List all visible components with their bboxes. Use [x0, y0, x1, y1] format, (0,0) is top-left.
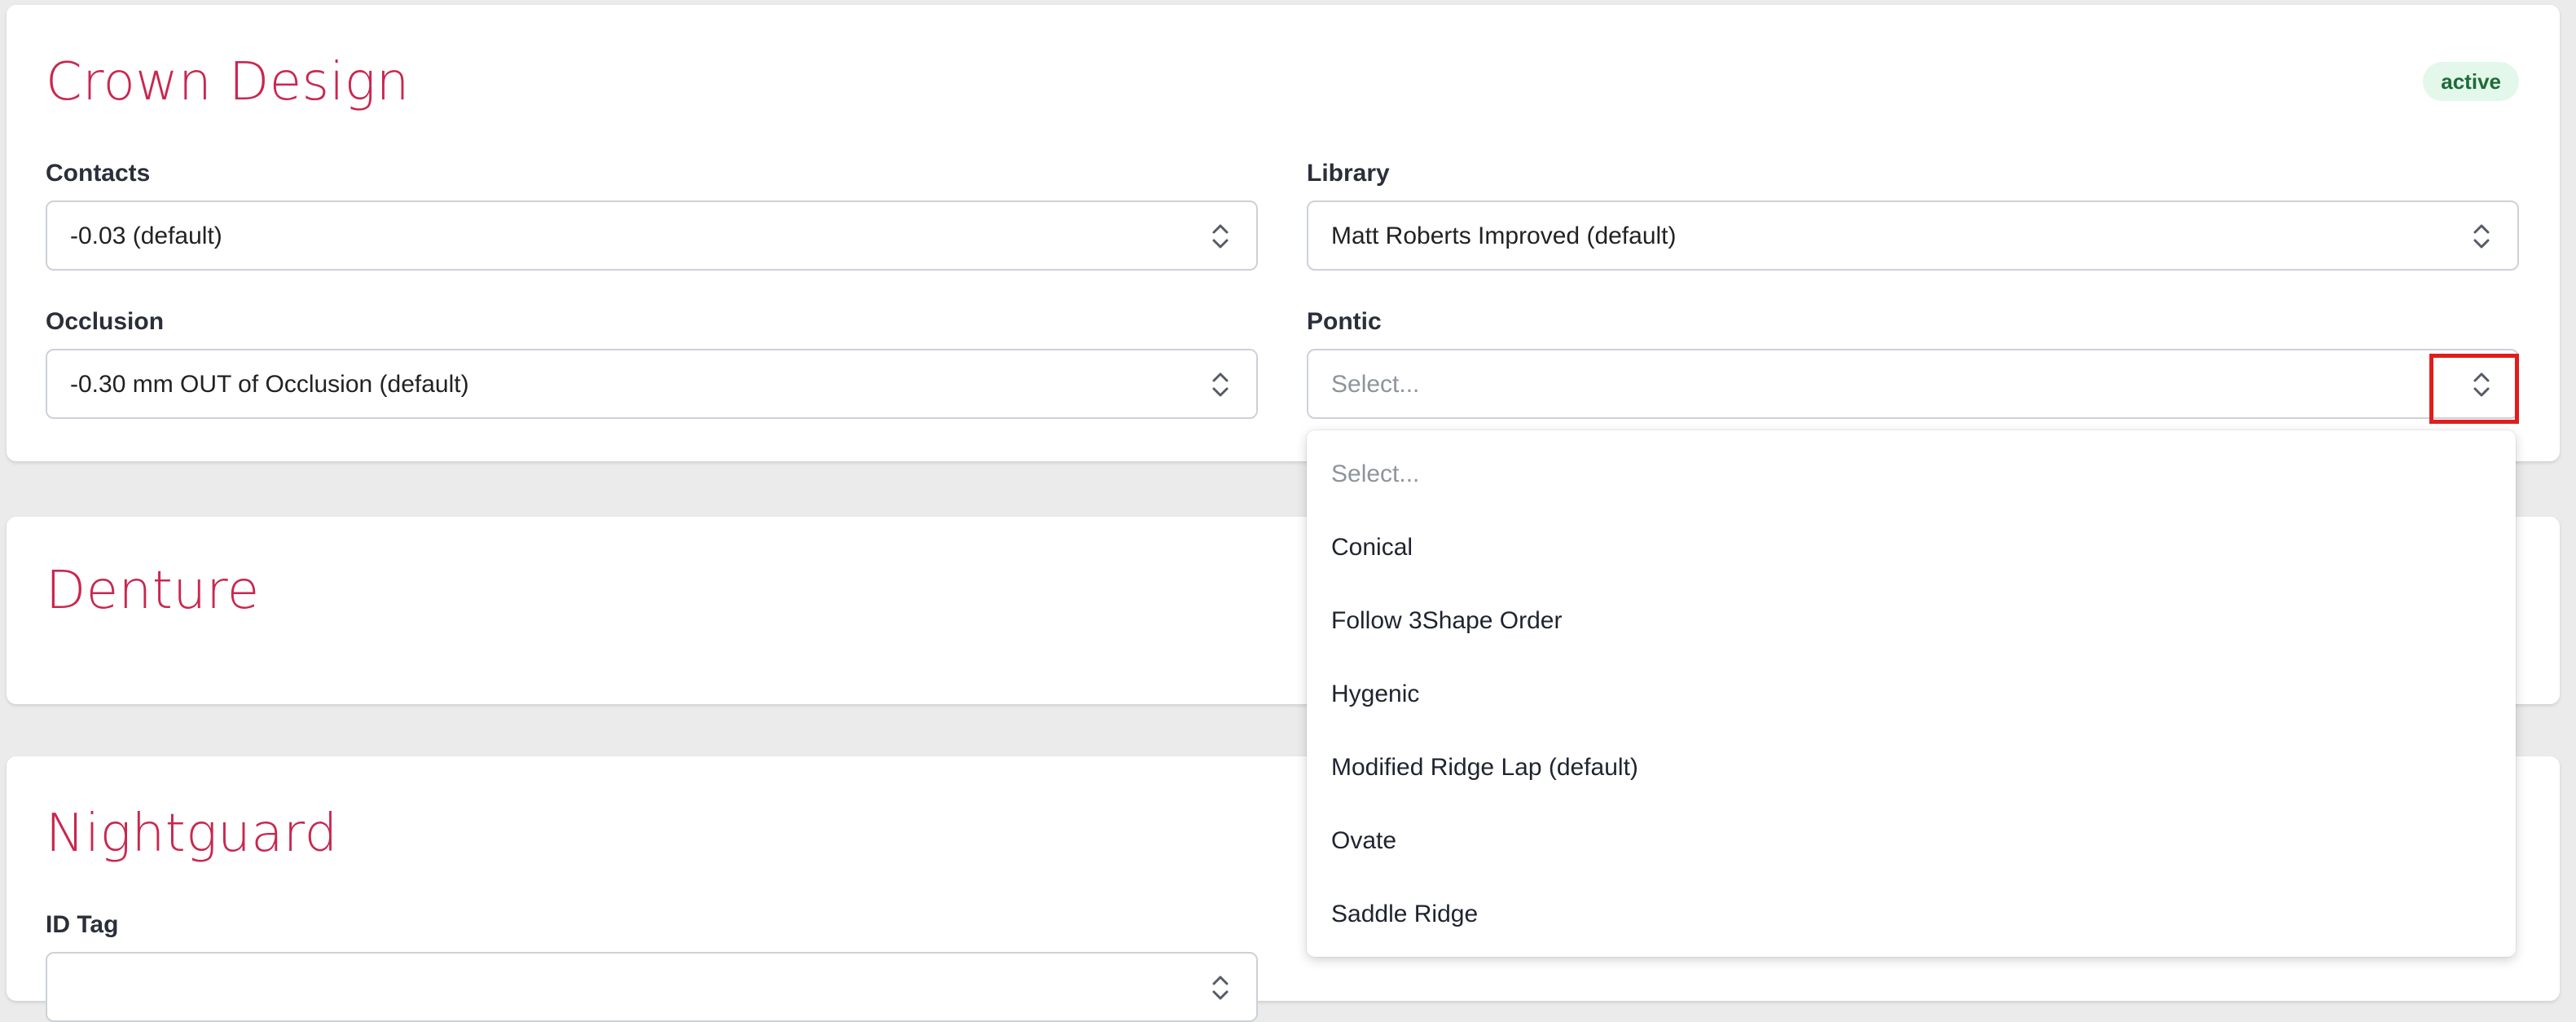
occlusion-select[interactable]: -0.30 mm OUT of Occlusion (default) — [46, 349, 1258, 419]
chevron-up-down-icon — [1209, 220, 1232, 253]
nightguard-title: Nightguard — [46, 804, 338, 864]
library-select-value: Matt Roberts Improved (default) — [1331, 222, 1677, 249]
status-badge: active — [2423, 62, 2519, 101]
crown-design-card: Crown Design active Contacts -0.03 (defa… — [7, 5, 2560, 461]
pontic-label: Pontic — [1307, 308, 1382, 335]
occlusion-select-value: -0.30 mm OUT of Occlusion (default) — [70, 371, 469, 398]
id-tag-label: ID Tag — [46, 911, 119, 938]
pontic-option-ovate[interactable]: Ovate — [1331, 825, 1396, 857]
chevron-up-down-icon — [1209, 971, 1232, 1004]
pontic-select[interactable]: Select... — [1307, 349, 2519, 419]
pontic-select-placeholder: Select... — [1331, 371, 1420, 398]
id-tag-select[interactable] — [46, 952, 1258, 1022]
dropdown-toggle-highlight[interactable] — [2429, 354, 2519, 424]
contacts-select-value: -0.03 (default) — [70, 222, 222, 249]
chevron-up-down-icon — [1209, 368, 1232, 401]
pontic-option-hygenic[interactable]: Hygenic — [1331, 678, 1419, 711]
chevron-up-down-icon — [2470, 220, 2493, 253]
pontic-option-modified-ridge-lap[interactable]: Modified Ridge Lap (default) — [1331, 751, 1638, 784]
pontic-option-conical[interactable]: Conical — [1331, 531, 1413, 564]
library-select[interactable]: Matt Roberts Improved (default) — [1307, 200, 2519, 271]
contacts-select[interactable]: -0.03 (default) — [46, 200, 1258, 271]
pontic-option-follow-3shape-order[interactable]: Follow 3Shape Order — [1331, 605, 1562, 637]
library-label: Library — [1307, 160, 1390, 187]
contacts-label: Contacts — [46, 160, 151, 187]
denture-title: Denture — [46, 561, 260, 621]
occlusion-label: Occlusion — [46, 308, 165, 335]
pontic-option-placeholder[interactable]: Select... — [1331, 458, 1419, 491]
crown-design-title: Crown Design — [46, 52, 410, 112]
pontic-option-saddle-ridge[interactable]: Saddle Ridge — [1331, 898, 1478, 931]
pontic-dropdown-menu: Select... Conical Follow 3Shape Order Hy… — [1307, 430, 2516, 957]
